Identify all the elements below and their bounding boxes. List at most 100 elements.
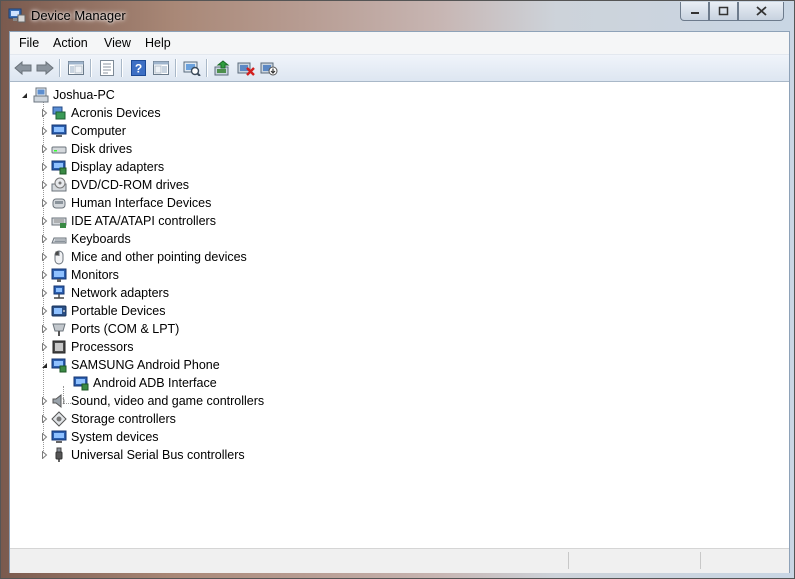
tree-item-network-adapters[interactable]: Network adapters [40,284,169,302]
minimize-icon [690,12,699,14]
tree-item-human-interface-devices[interactable]: Human Interface Devices [40,194,211,212]
tree-item-portable-devices[interactable]: Portable Devices [40,302,166,320]
tree-item-keyboards[interactable]: Keyboards [40,230,131,248]
collapse-icon[interactable] [40,361,48,369]
show-hide-console-tree-button[interactable] [65,58,87,78]
minimize-button[interactable] [680,2,709,21]
tree-root-label: Joshua-PC [53,88,115,102]
system-device-icon [51,430,67,443]
menu-help[interactable]: Help [145,36,171,50]
tree-item-display-adapters[interactable]: Display adapters [40,158,164,176]
toolbar: ? [10,54,789,82]
maximize-icon [718,6,729,16]
expand-icon[interactable] [40,181,48,189]
tree-item-ide-ata-atapi-controllers[interactable]: IDE ATA/ATAPI controllers [40,212,216,230]
tree-item-system-devices[interactable]: System devices [40,428,159,446]
phone-device-icon [51,358,67,373]
tree-item-sound-video-and-game-controllers[interactable]: Sound, video and game controllers [40,392,264,410]
maximize-button[interactable] [709,2,738,21]
tree-item-label: Display adapters [71,160,165,174]
show-hide-icon [153,61,169,75]
expand-icon[interactable] [40,307,48,315]
expand-icon[interactable] [40,451,48,459]
back-button[interactable] [12,58,34,78]
properties-button[interactable] [96,58,118,78]
monitor-icon [51,268,67,282]
device-tree[interactable]: Joshua-PC Acronis Devices Computer Disk dr… [10,82,789,548]
sound-icon [52,393,65,409]
title-bar[interactable]: Device Manager [1,1,794,31]
device-manager-window: Device Manager File Action View Help ? J… [0,0,795,579]
help-button[interactable]: ? [127,58,149,78]
tree-item-label: SAMSUNG Android Phone [71,358,220,372]
network-adapter-icon [53,285,65,299]
disable-device-button[interactable] [258,58,280,78]
tree-item-computer[interactable]: Computer [40,122,126,140]
tree-item-dvd-cd-rom-drives[interactable]: DVD/CD-ROM drives [40,176,189,194]
expand-icon[interactable] [40,397,48,405]
tree-item-label: Processors [71,340,134,354]
keyboard-icon [51,237,67,244]
close-button[interactable] [738,2,784,21]
tree-item-disk-drives[interactable]: Disk drives [40,140,132,158]
device-manager-app-icon [8,8,26,23]
dvd-drive-icon [51,177,67,192]
forward-arrow-icon [36,61,54,75]
tree-item-label: Storage controllers [71,412,176,426]
tree-item-label: Keyboards [71,232,131,246]
tree-item-label: Sound, video and game controllers [71,394,265,408]
console-tree-icon [68,61,84,75]
tree-item-label: Ports (COM & LPT) [71,322,180,336]
expand-icon[interactable] [40,145,48,153]
show-hide-action-pane-button[interactable] [150,58,172,78]
scan-hardware-button[interactable] [181,58,203,78]
disk-drive-icon [51,146,67,154]
expand-icon[interactable] [40,433,48,441]
status-pane [568,552,569,569]
expand-icon[interactable] [40,217,48,225]
menu-view[interactable]: View [104,36,131,50]
expand-icon[interactable] [40,415,48,423]
expand-icon[interactable] [40,325,48,333]
tree-item-processors[interactable]: Processors [40,338,134,356]
expand-icon[interactable] [40,109,48,117]
expand-icon[interactable] [40,271,48,279]
ide-controller-icon [51,217,67,228]
tree-item-label: Disk drives [71,142,133,156]
expand-icon[interactable] [40,127,48,135]
expand-icon[interactable] [40,163,48,171]
uninstall-button[interactable] [235,58,257,78]
tree-item-mice-and-other-pointing-devices[interactable]: Mice and other pointing devices [40,248,247,266]
tree-item-label: System devices [71,430,159,444]
tree-root-joshua-pc[interactable]: Joshua-PC [20,86,115,104]
tree-item-monitors[interactable]: Monitors [40,266,119,284]
tree-item-universal-serial-bus-controllers[interactable]: Universal Serial Bus controllers [40,446,245,464]
tree-item-samsung-android-phone[interactable]: SAMSUNG Android Phone [40,356,220,374]
tree-item-acronis-devices[interactable]: Acronis Devices [40,104,161,122]
collapse-icon[interactable] [20,91,28,99]
forward-button[interactable] [34,58,56,78]
expand-icon[interactable] [40,289,48,297]
expand-icon[interactable] [40,235,48,243]
tree-item-label: Human Interface Devices [71,196,212,210]
tree-item-label: Monitors [71,268,119,282]
display-adapter-icon [51,160,67,175]
menu-action[interactable]: Action [53,36,88,50]
tree-item-label: Universal Serial Bus controllers [71,448,245,462]
tree-item-label: Android ADB Interface [93,376,217,390]
expand-icon[interactable] [40,343,48,351]
tree-item-storage-controllers[interactable]: Storage controllers [40,410,176,428]
update-driver-button[interactable] [212,58,234,78]
status-bar [10,548,789,573]
tree-item-label: Portable Devices [71,304,166,318]
disable-icon [260,62,278,76]
svg-text:?: ? [134,62,141,76]
port-icon [52,323,66,336]
menu-file[interactable]: File [19,36,39,50]
tree-item-label: IDE ATA/ATAPI controllers [71,214,216,228]
help-icon: ? [130,60,146,76]
tree-item-ports-com-lpt[interactable]: Ports (COM & LPT) [40,320,179,338]
expand-icon[interactable] [40,253,48,261]
expand-icon[interactable] [40,199,48,207]
tree-item-android-adb-interface[interactable]: Android ADB Interface [73,374,217,392]
